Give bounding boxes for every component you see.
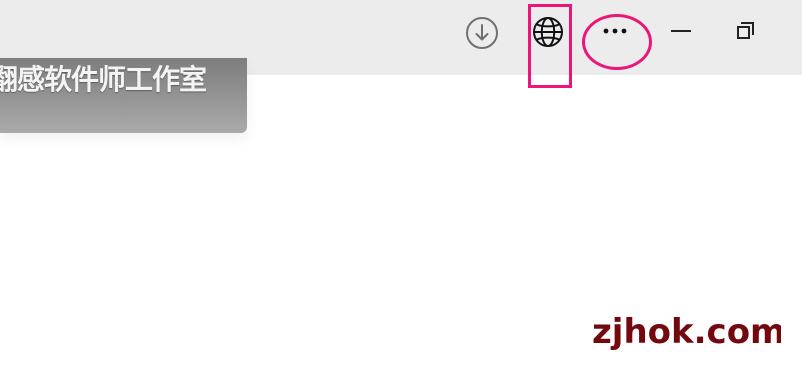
minimize-icon xyxy=(671,30,691,32)
site-watermark: zjhok.com xyxy=(592,312,781,352)
download-button[interactable] xyxy=(463,14,501,52)
restore-icon xyxy=(737,22,754,39)
banner-text: 翻感软件师工作室 xyxy=(0,63,207,96)
minimize-button[interactable] xyxy=(666,14,696,48)
restore-button[interactable] xyxy=(729,14,763,48)
partial-banner-card: 翻感软件师工作室 xyxy=(0,58,247,133)
highlight-ellipse xyxy=(582,14,652,70)
download-icon xyxy=(466,17,498,49)
highlight-rectangle xyxy=(528,4,572,88)
